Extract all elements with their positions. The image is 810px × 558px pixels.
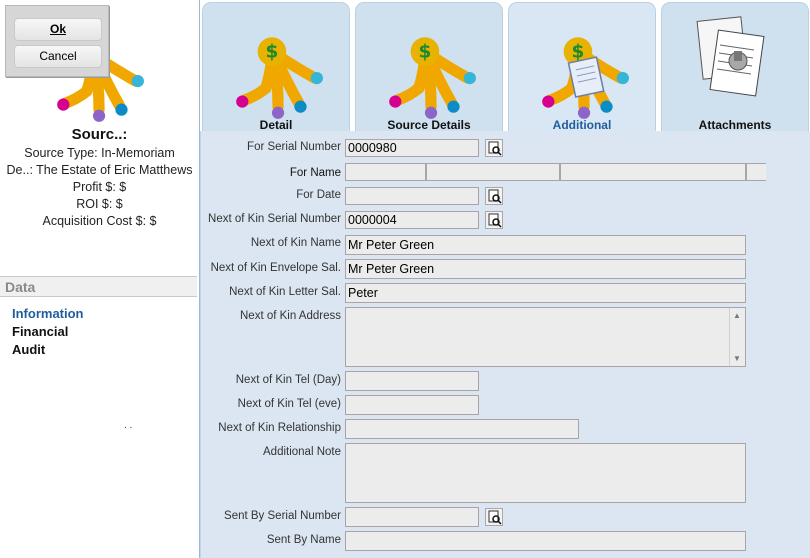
tab-source-details[interactable]: Source Details [355, 2, 503, 132]
nav-audit[interactable]: Audit [12, 341, 84, 359]
source-hand-icon [221, 25, 331, 123]
for-date-field[interactable] [345, 187, 479, 205]
paperclip-documents-icon [696, 16, 765, 97]
lookup-icon [488, 510, 502, 525]
nok-serial-number-label: Next of Kin Serial Number [208, 213, 341, 225]
tab-attachments-label: Attachments [698, 118, 772, 132]
tab-source-details-label: Source Details [387, 118, 471, 132]
ok-cancel-dialog: Ok Cancel [5, 5, 109, 77]
tab-additional[interactable]: Additional [508, 2, 656, 132]
scroll-down-icon[interactable]: ▼ [733, 354, 741, 363]
additional-note-textarea[interactable] [345, 443, 746, 503]
sent-by-serial-label: Sent By Serial Number [224, 510, 341, 522]
cancel-button[interactable]: Cancel [14, 45, 102, 68]
source-summary: Sourc..: Source Type: In-Memoriam De..: … [0, 126, 199, 230]
source-hand-icon [374, 25, 484, 123]
nok-tel-eve-label: Next of Kin Tel (eve) [237, 398, 341, 410]
nav-information[interactable]: Information [12, 305, 84, 323]
additional-form: For Serial Number 0000980 For Name For D… [200, 131, 810, 558]
for-date-label: For Date [296, 189, 341, 201]
hand-notepad-icon [527, 25, 637, 123]
summary-roi: ROI $: $ [76, 197, 123, 211]
nok-tel-day-field[interactable] [345, 371, 479, 391]
nok-tel-eve-field[interactable] [345, 395, 479, 415]
nok-letter-sal-label: Next of Kin Letter Sal. [229, 286, 341, 298]
summary-profit: Profit $: $ [72, 180, 127, 194]
lookup-icon [488, 189, 502, 204]
left-panel: Ok Cancel Sourc..: Source Type: In-Memor… [0, 0, 200, 558]
ok-button[interactable]: Ok [14, 18, 102, 41]
nok-tel-day-label: Next of Kin Tel (Day) [235, 374, 341, 386]
nok-relationship-label: Next of Kin Relationship [218, 422, 341, 434]
for-name-extra-field[interactable] [746, 163, 766, 181]
for-serial-number-label: For Serial Number [247, 141, 341, 153]
nok-serial-lookup-button[interactable] [485, 211, 503, 229]
lookup-icon [488, 141, 502, 156]
nok-envelope-sal-field[interactable]: Mr Peter Green [345, 259, 746, 279]
lookup-icon [488, 213, 502, 228]
nok-serial-number-field[interactable]: 0000004 [345, 211, 479, 229]
for-name-label: For Name [289, 167, 341, 179]
summary-source-type: Source Type: In-Memoriam [24, 146, 175, 160]
tab-bar: Detail Source Details Additional Attachm… [200, 0, 810, 132]
summary-acquisition-cost: Acquisition Cost $: $ [42, 214, 157, 228]
sent-by-name-field[interactable] [345, 531, 746, 551]
for-date-picker-button[interactable] [485, 187, 503, 205]
for-name-first-field[interactable] [426, 163, 560, 181]
for-name-title-field[interactable] [345, 163, 426, 181]
tab-detail-label: Detail [259, 118, 293, 132]
nok-address-label: Next of Kin Address [240, 310, 341, 322]
additional-note-label: Additional Note [263, 446, 341, 458]
nok-address-scrollbar[interactable]: ▲ ▼ [729, 308, 745, 366]
nok-address-textarea[interactable]: ▲ ▼ [345, 307, 746, 367]
ok-button-label: Ok [49, 22, 66, 36]
tab-detail[interactable]: Detail [202, 2, 350, 132]
for-name-last-field[interactable] [560, 163, 746, 181]
nok-envelope-sal-label: Next of Kin Envelope Sal. [210, 262, 341, 274]
summary-description: De..: The Estate of Eric Matthews [6, 163, 193, 177]
nok-letter-sal-field[interactable]: Peter [345, 283, 746, 303]
data-section-header: Data [0, 276, 197, 297]
scroll-up-icon[interactable]: ▲ [733, 311, 741, 320]
data-nav: Information Financial Audit [12, 305, 84, 359]
for-serial-lookup-button[interactable] [485, 139, 503, 157]
nok-name-field[interactable]: Mr Peter Green [345, 235, 746, 255]
tab-attachments[interactable]: Attachments [661, 2, 809, 132]
summary-title: Sourc..: [71, 126, 128, 143]
tab-additional-label: Additional [552, 118, 612, 132]
nok-relationship-field[interactable] [345, 419, 579, 439]
sent-by-serial-lookup-button[interactable] [485, 508, 503, 526]
sent-by-name-label: Sent By Name [266, 534, 341, 546]
footer-dots: . . [124, 420, 133, 431]
nok-name-label: Next of Kin Name [250, 237, 341, 249]
for-serial-number-field[interactable]: 0000980 [345, 139, 479, 157]
sent-by-serial-field[interactable] [345, 507, 479, 527]
nav-financial[interactable]: Financial [12, 323, 84, 341]
